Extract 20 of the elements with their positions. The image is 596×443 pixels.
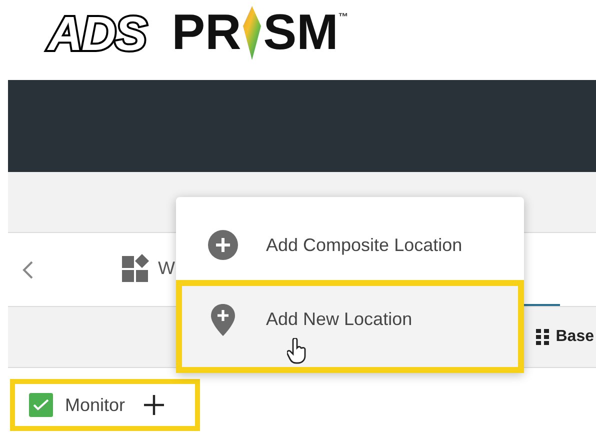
map-pin-plus-icon — [211, 304, 235, 336]
filter-label: Monitor — [65, 394, 126, 416]
menu-item[interactable]: Add Composite Location — [176, 210, 524, 280]
widgets-icon — [122, 254, 150, 282]
filter-chip[interactable]: Monitor — [10, 379, 200, 431]
grid-icon — [536, 329, 550, 345]
tab[interactable]: W — [122, 233, 175, 306]
brand-logo-text: ADS — [40, 6, 154, 64]
trademark-text: ™ — [338, 11, 348, 25]
plus-icon[interactable] — [143, 394, 166, 416]
product-logo-text: PR — [172, 6, 242, 58]
checkbox[interactable] — [29, 393, 53, 417]
chevron-left-icon[interactable] — [22, 260, 34, 280]
product-logo-text: SM — [263, 6, 338, 58]
check-icon — [33, 399, 49, 411]
view-button[interactable]: Base — [536, 325, 594, 349]
gem-icon — [243, 6, 262, 60]
menu-item[interactable]: Add New Location — [176, 280, 524, 373]
plus-circle-icon — [208, 230, 238, 260]
hand-cursor-icon — [287, 338, 307, 364]
